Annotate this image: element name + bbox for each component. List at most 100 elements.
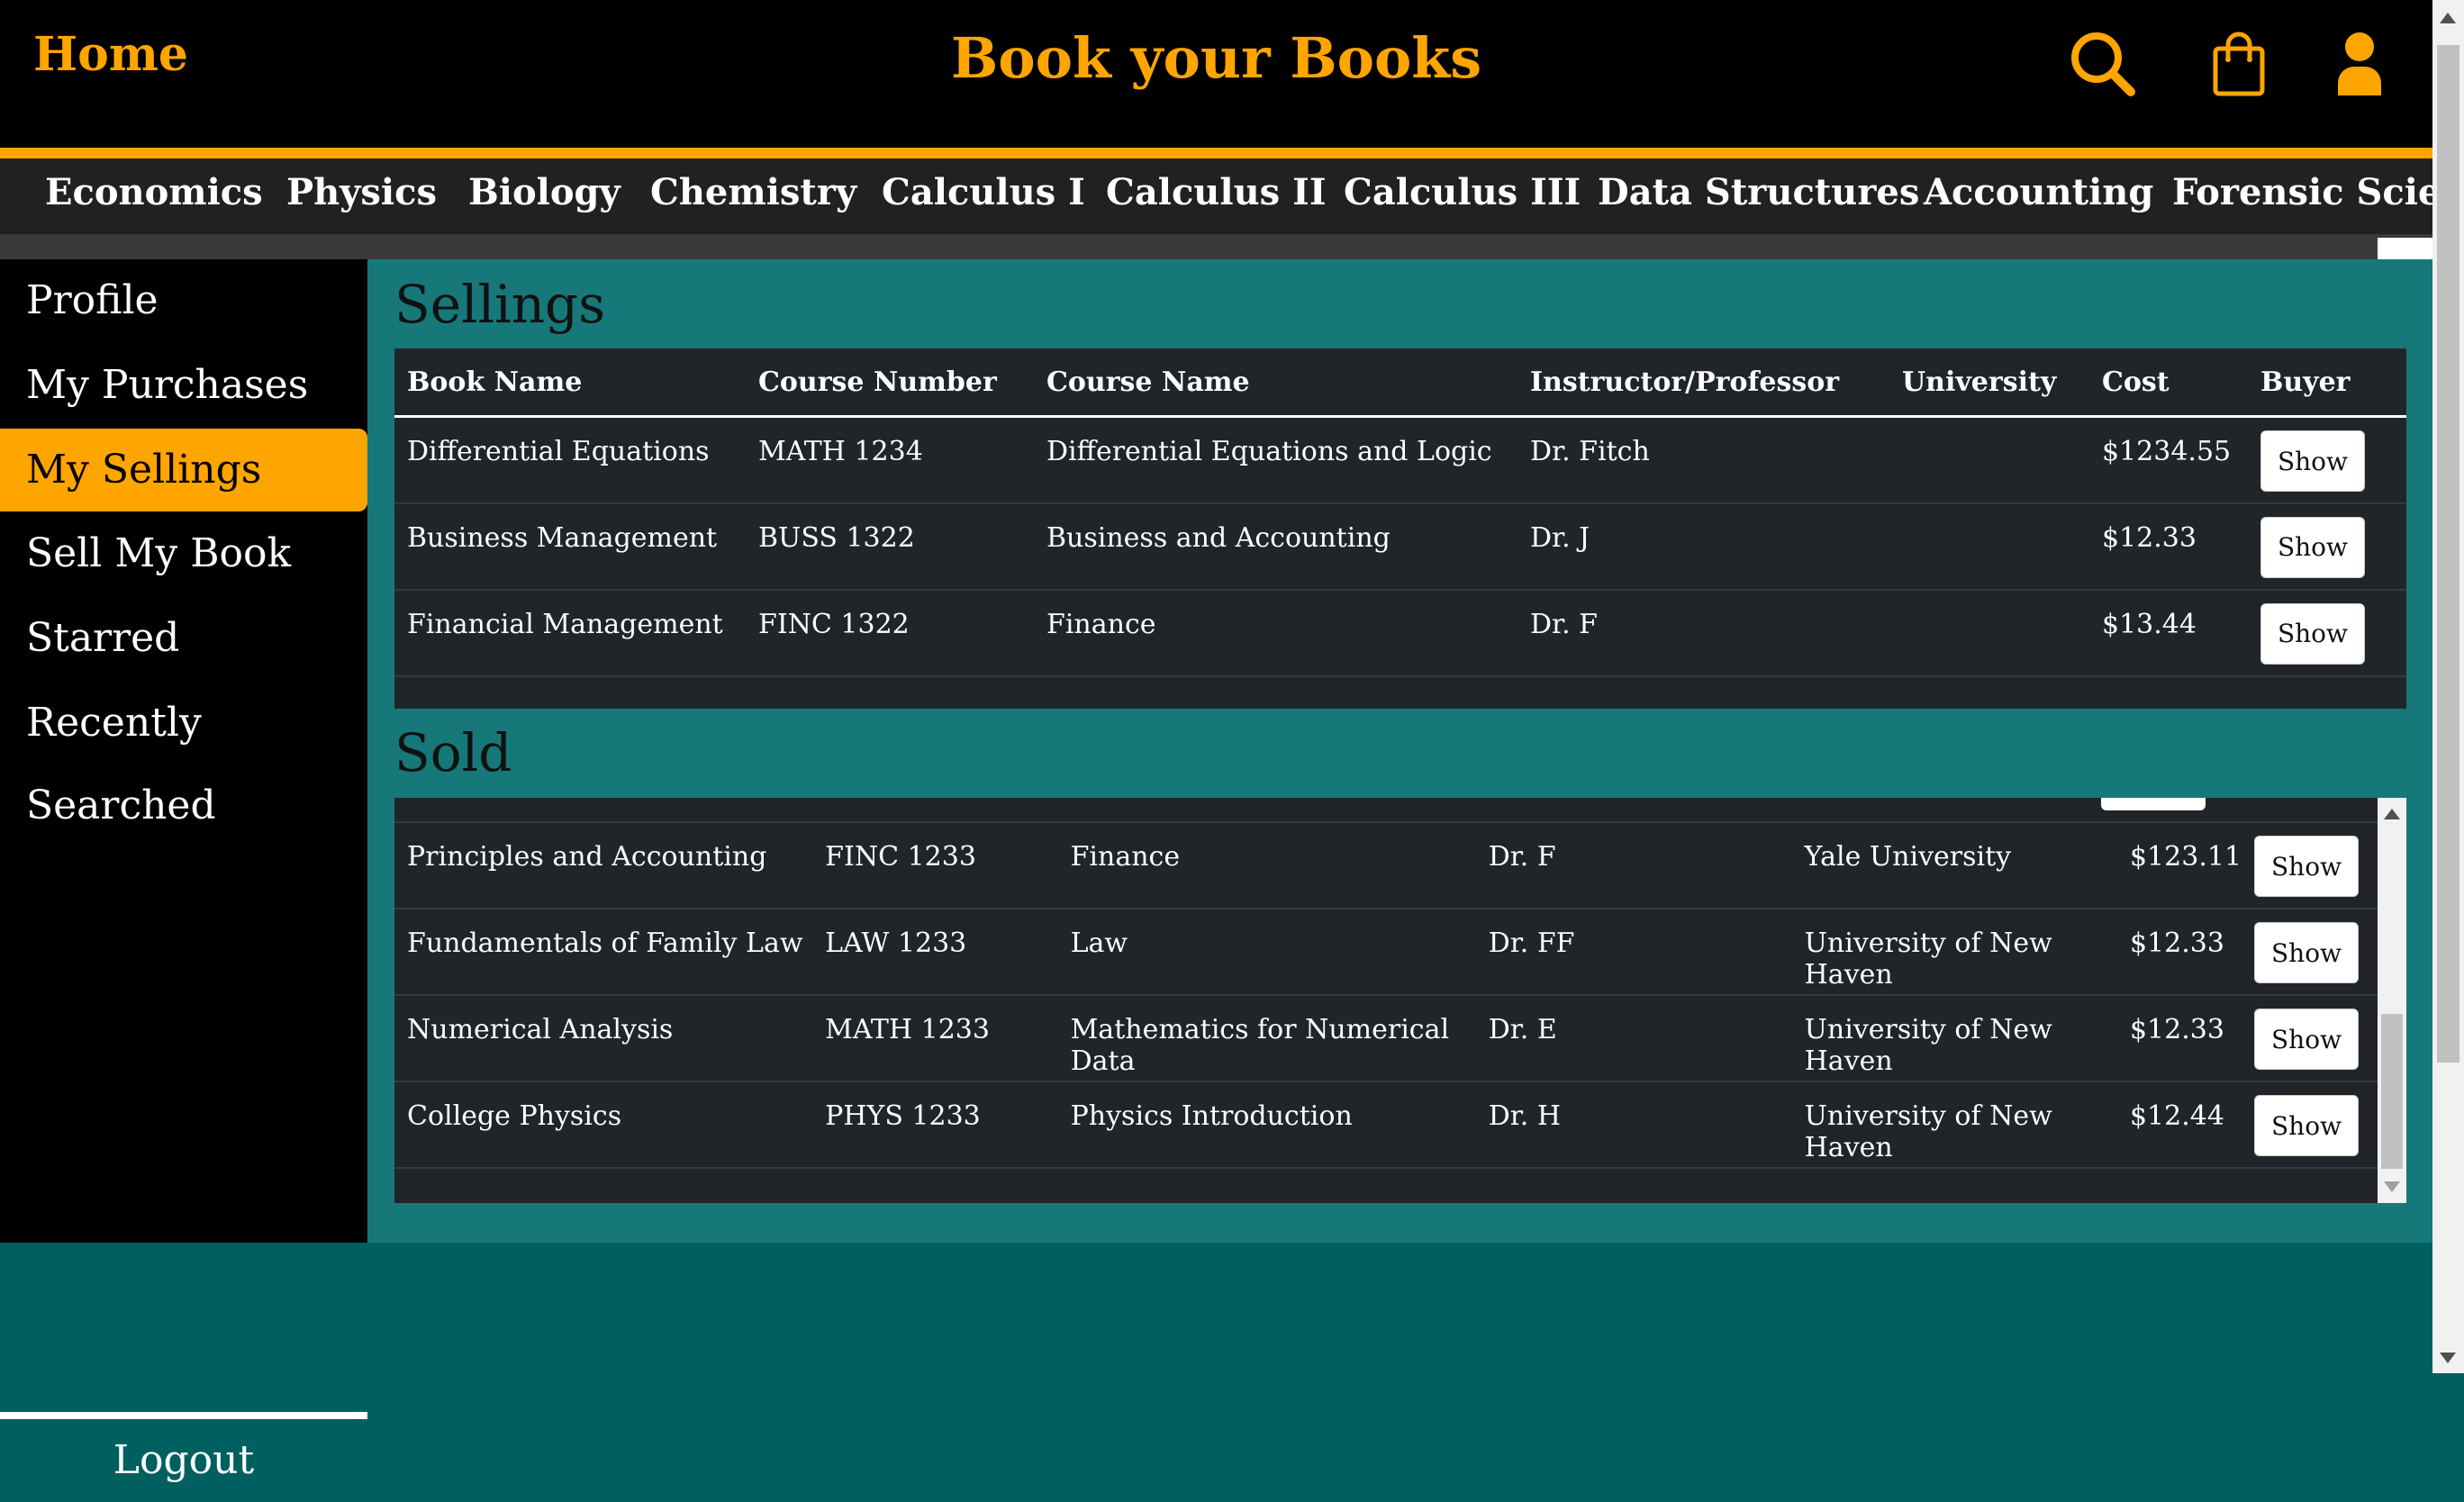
instructor-cell: Dr. F [1517, 589, 1889, 677]
sidebar-item-sell-my-book[interactable]: Sell My Book [0, 512, 367, 595]
sidebar-item-profile[interactable]: Profile [0, 259, 367, 342]
page-scroll-thumb[interactable] [2437, 45, 2459, 1063]
nav-calculus-3[interactable]: Calculus III [1344, 171, 1581, 213]
instructor-cell: Dr. E [1475, 995, 1792, 1082]
book-name-cell: Financial Management [394, 589, 746, 677]
course-number-cell: LAW 1233 [812, 909, 1058, 996]
university-cell: University of New Haven [1791, 995, 2117, 1082]
course-number-cell: FINC 1322 [746, 589, 1034, 677]
user-icon[interactable] [2324, 27, 2396, 99]
page-scroll-down-icon[interactable] [2440, 1353, 2456, 1363]
course-name-cell: Law [1057, 909, 1476, 996]
university-cell [1889, 416, 2089, 504]
category-nav: Economics Physics Biology Chemistry Calc… [0, 158, 2432, 234]
show-buyer-button[interactable]: Show [2260, 516, 2365, 578]
header-divider [0, 148, 2432, 158]
course-name-cell: Finance [1034, 589, 1517, 677]
sellings-table: Book Name Course Number Course Name Inst… [394, 348, 2406, 677]
top-header: Home Book your Books [0, 0, 2432, 148]
table-row: Numerical Analysis MATH 1233 Mathematics… [394, 995, 2378, 1082]
show-buyer-button[interactable]: Show [2254, 836, 2360, 897]
book-name-cell: Principles and Accounting [394, 822, 813, 909]
column-header: University [1889, 348, 2089, 418]
nav-accounting[interactable]: Accounting [1924, 171, 2153, 213]
nav-physics[interactable]: Physics [286, 171, 437, 213]
show-buyer-button[interactable]: Show [2254, 922, 2360, 983]
column-header: Buyer [2248, 348, 2406, 418]
university-cell: University of New Haven [1791, 1081, 2117, 1169]
nav-scroll-track [0, 234, 2432, 259]
university-cell: Yale University [1791, 822, 2117, 909]
shopping-bag-icon[interactable] [2203, 27, 2275, 99]
sidebar-item-starred[interactable]: Starred [0, 597, 367, 680]
nav-calculus-1[interactable]: Calculus I [882, 171, 1085, 213]
sold-table-scrollbar[interactable] [2378, 798, 2406, 1203]
table-row: Principles and Accounting FINC 1233 Fina… [394, 822, 2378, 909]
table-row: College Physics PHYS 1233 Physics Introd… [394, 1081, 2378, 1169]
course-name-cell: Business and Accounting [1034, 502, 1517, 591]
nav-forensic-science[interactable]: Forensic Science [2172, 171, 2432, 213]
buyer-cell: Show [2242, 995, 2378, 1082]
instructor-cell: Dr. H [1475, 1081, 1792, 1169]
course-number-cell: BUSS 1322 [746, 502, 1034, 591]
sellings-table-panel: Book Name Course Number Course Name Inst… [394, 348, 2406, 709]
instructor-cell: Dr. Fitch [1517, 416, 1889, 504]
course-number-cell: PHYS 1233 [812, 1081, 1058, 1169]
book-name-cell: Fundamentals of Family Law [394, 909, 813, 996]
page-scroll-up-icon[interactable] [2440, 13, 2456, 23]
buyer-cell: Show [2242, 909, 2378, 996]
column-header: Instructor/Professor [1517, 348, 1889, 418]
sellings-title: Sellings [394, 274, 605, 335]
sold-scroll-thumb[interactable] [2381, 1014, 2403, 1169]
sold-table: Principles and Accounting FINC 1233 Fina… [394, 821, 2378, 1169]
course-number-cell: MATH 1233 [812, 995, 1058, 1082]
sold-table-viewport: Principles and Accounting FINC 1233 Fina… [394, 798, 2378, 1203]
university-cell: University of New Haven [1791, 909, 2117, 996]
nav-chemistry[interactable]: Chemistry [650, 171, 856, 213]
page-scrollbar[interactable] [2432, 0, 2464, 1373]
course-name-cell: Differential Equations and Logic [1034, 416, 1517, 504]
sidebar-item-my-purchases[interactable]: My Purchases [0, 344, 367, 427]
nav-calculus-2[interactable]: Calculus II [1106, 171, 1327, 213]
cost-cell: $12.44 [2116, 1081, 2242, 1169]
logout-button[interactable]: Logout [0, 1419, 367, 1502]
partial-show-button[interactable] [2101, 798, 2206, 810]
scroll-down-arrow-icon[interactable] [2384, 1181, 2400, 1192]
cost-cell: $123.11 [2116, 822, 2242, 909]
show-buyer-button[interactable]: Show [2254, 1095, 2360, 1156]
book-name-cell: Numerical Analysis [394, 995, 813, 1082]
instructor-cell: Dr. FF [1475, 909, 1792, 996]
sidebar-divider [0, 1412, 367, 1419]
course-name-cell: Physics Introduction [1057, 1081, 1476, 1169]
table-row: Differential Equations MATH 1234 Differe… [394, 416, 2406, 504]
search-icon[interactable] [2066, 27, 2138, 99]
table-header-row: Book Name Course Number Course Name Inst… [394, 348, 2406, 418]
scroll-up-arrow-icon[interactable] [2384, 809, 2400, 819]
nav-biology[interactable]: Biology [468, 171, 621, 213]
buyer-cell: Show [2242, 1081, 2378, 1169]
book-name-cell: Business Management [394, 502, 746, 591]
nav-data-structures[interactable]: Data Structures [1598, 171, 1919, 213]
cost-cell: $1234.55 [2089, 416, 2248, 504]
page: Home Book your Books Economics Physics B… [0, 0, 2464, 1483]
column-header: Course Number [746, 348, 1034, 418]
show-buyer-button[interactable]: Show [2260, 602, 2365, 665]
table-row: Financial Management FINC 1322 Finance D… [394, 589, 2406, 677]
buyer-cell: Show [2248, 589, 2406, 677]
sidebar-item-my-sellings[interactable]: My Sellings [0, 429, 367, 511]
cost-cell: $12.33 [2116, 909, 2242, 996]
main-content: Sellings Book Name Course Number Course … [367, 259, 2432, 1243]
course-name-cell: Finance [1057, 822, 1476, 909]
sold-title: Sold [394, 722, 512, 783]
show-buyer-button[interactable]: Show [2254, 1009, 2360, 1070]
university-cell [1889, 589, 2089, 677]
buyer-cell: Show [2242, 822, 2378, 909]
course-name-cell: Mathematics for Numerical Data [1057, 995, 1476, 1082]
book-name-cell: College Physics [394, 1081, 813, 1169]
sidebar-item-recently-searched[interactable]: Recently Searched [0, 682, 367, 828]
nav-scroll-thumb[interactable] [2378, 238, 2432, 259]
nav-economics[interactable]: Economics [45, 171, 263, 213]
table-row: Business Management BUSS 1322 Business a… [394, 502, 2406, 591]
book-name-cell: Differential Equations [394, 416, 746, 504]
show-buyer-button[interactable]: Show [2260, 430, 2365, 492]
